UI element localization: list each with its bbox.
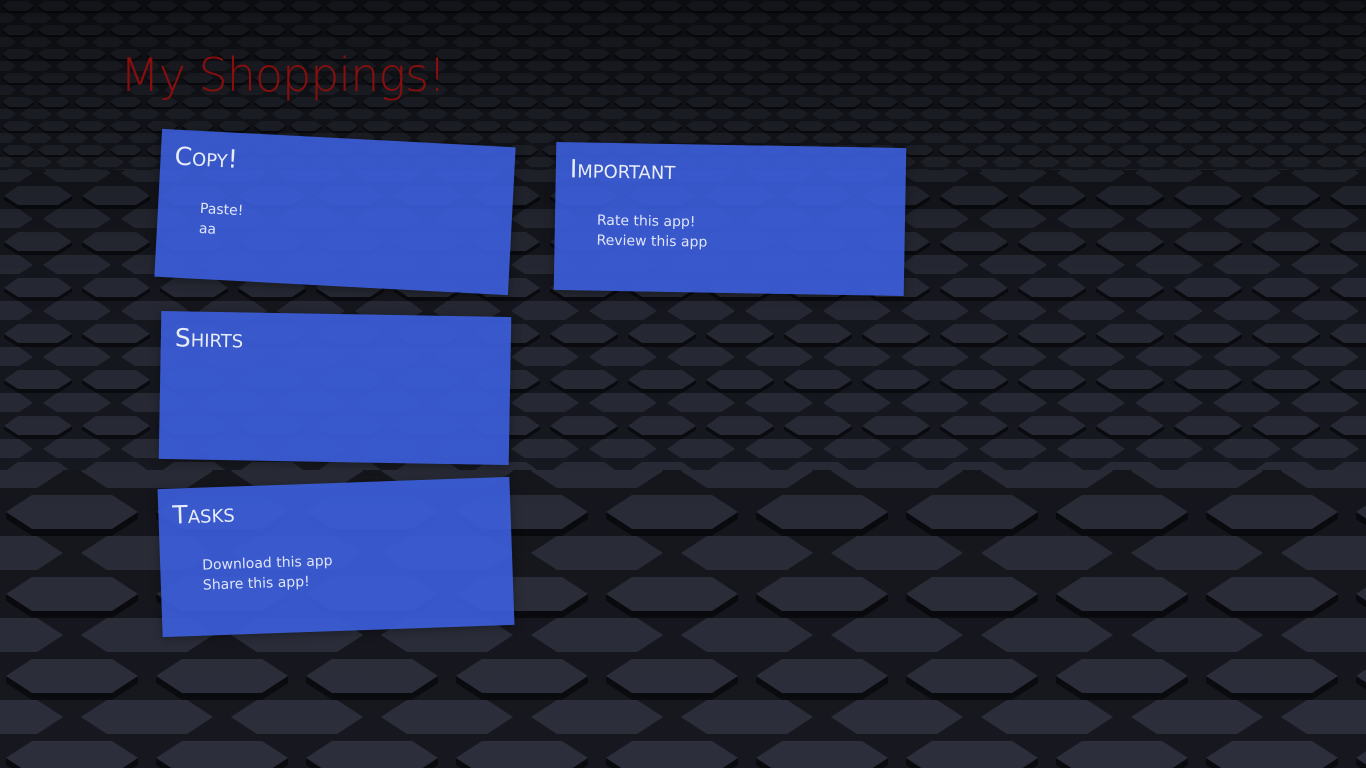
list-item: Review this app <box>596 232 708 251</box>
tile-title: Copy! <box>173 141 239 174</box>
list-tile-shirts[interactable]: Shirts <box>158 310 512 466</box>
tile-item-list: Download this app Share this app! <box>202 551 334 596</box>
tile-title: Tasks <box>171 498 236 530</box>
tile-item-list: Paste! aa <box>198 199 244 241</box>
list-item: Rate this app! <box>596 212 696 231</box>
tile-title: Shirts <box>174 323 244 354</box>
tile-item-list: Rate this app! Review this app <box>596 211 707 253</box>
list-tile-important[interactable]: Important Rate this app! Review this app <box>553 141 907 297</box>
list-tile-copy[interactable]: Copy! Paste! aa <box>154 128 516 296</box>
list-item: Share this app! <box>202 573 310 594</box>
list-item: Paste! <box>199 200 244 220</box>
list-item: aa <box>198 220 217 238</box>
app-title: My Shoppings! <box>120 48 446 102</box>
tile-title: Important <box>569 154 676 186</box>
list-tile-tasks[interactable]: Tasks Download this app Share this app! <box>157 476 515 638</box>
